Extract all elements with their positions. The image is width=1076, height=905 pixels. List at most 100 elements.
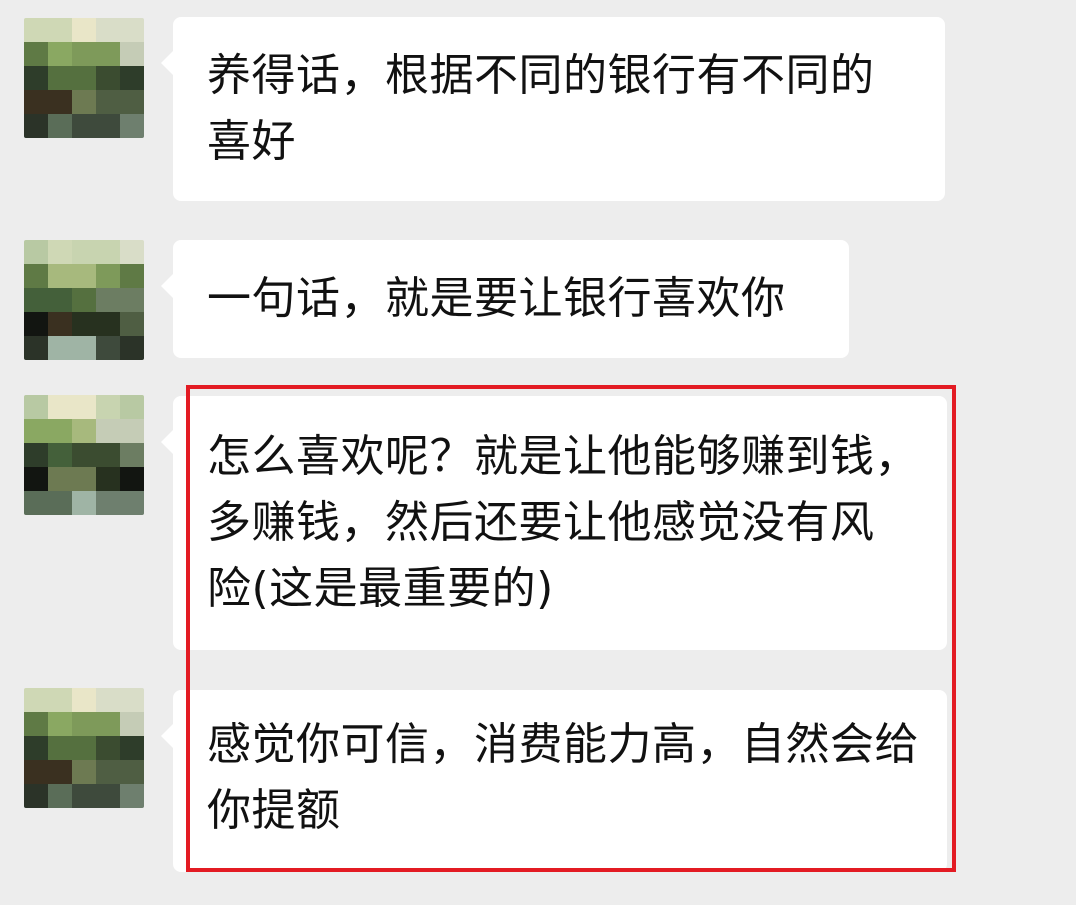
avatar-mosaic-pixel — [120, 288, 144, 312]
avatar-mosaic-pixel — [96, 395, 120, 419]
avatar-mosaic-pixel — [24, 688, 48, 712]
avatar-mosaic-pixel — [48, 443, 72, 467]
message-text: 一句话，就是要让银行喜欢你 — [207, 273, 786, 324]
avatar-mosaic-pixel — [24, 66, 48, 90]
avatar-mosaic-pixel — [48, 736, 72, 760]
avatar-mosaic-pixel — [48, 240, 72, 264]
avatar-mosaic-pixel — [120, 42, 144, 66]
avatar-mosaic-pixel — [24, 18, 48, 42]
avatar-mosaic-pixel — [24, 90, 48, 114]
avatar-mosaic-pixel — [24, 491, 48, 515]
avatar-mosaic-pixel — [48, 784, 72, 808]
avatar-mosaic-pixel — [96, 66, 120, 90]
avatar-mosaic-pixel — [24, 240, 48, 264]
avatar-mosaic-pixel — [24, 760, 48, 784]
avatar-mosaic-pixel — [72, 395, 96, 419]
avatar-mosaic-pixel — [96, 712, 120, 736]
avatar-mosaic-pixel — [24, 42, 48, 66]
avatar-mosaic-pixel — [24, 467, 48, 491]
avatar-mosaic-pixel — [96, 419, 120, 443]
avatar-mosaic-pixel — [120, 491, 144, 515]
avatar-mosaic-pixel — [72, 712, 96, 736]
avatar-mosaic-pixel — [72, 66, 96, 90]
avatar-mosaic-pixel — [96, 736, 120, 760]
avatar-mosaic-pixel — [120, 784, 144, 808]
avatar-mosaic-pixel — [96, 18, 120, 42]
avatar-mosaic-pixel — [120, 264, 144, 288]
avatar-mosaic-pixel — [120, 736, 144, 760]
avatar-mosaic-pixel — [72, 18, 96, 42]
avatar[interactable] — [24, 18, 144, 138]
avatar-mosaic-pixel — [96, 264, 120, 288]
avatar-mosaic-pixel — [24, 114, 48, 138]
avatar-mosaic-pixel — [120, 467, 144, 491]
avatar-mosaic-pixel — [120, 443, 144, 467]
avatar-mosaic-pixel — [72, 336, 96, 360]
avatar-mosaic-pixel — [72, 760, 96, 784]
avatar-mosaic-pixel — [120, 90, 144, 114]
avatar-mosaic-pixel — [120, 114, 144, 138]
avatar-mosaic-pixel — [96, 90, 120, 114]
avatar-mosaic-pixel — [48, 419, 72, 443]
avatar[interactable] — [24, 688, 144, 808]
message-bubble[interactable]: 怎么喜欢呢？就是让他能够赚到钱， 多赚钱，然后还要让他感觉没有风 险(这是最重要… — [161, 396, 947, 650]
avatar-mosaic-pixel — [24, 336, 48, 360]
avatar-mosaic-pixel — [72, 264, 96, 288]
avatar-mosaic-pixel — [96, 288, 120, 312]
avatar-mosaic-pixel — [120, 312, 144, 336]
avatar-mosaic-pixel — [72, 288, 96, 312]
avatar-mosaic-pixel — [24, 784, 48, 808]
avatar-mosaic-pixel — [72, 443, 96, 467]
avatar-mosaic-pixel — [120, 66, 144, 90]
avatar-mosaic-pixel — [96, 114, 120, 138]
avatar-mosaic-pixel — [72, 736, 96, 760]
avatar-mosaic-pixel — [96, 312, 120, 336]
avatar-mosaic-pixel — [24, 288, 48, 312]
avatar-mosaic-pixel — [48, 66, 72, 90]
message-bubble[interactable]: 一句话，就是要让银行喜欢你 — [161, 240, 849, 358]
avatar-mosaic-pixel — [48, 760, 72, 784]
avatar-mosaic-pixel — [96, 688, 120, 712]
avatar-mosaic-pixel — [72, 784, 96, 808]
avatar-mosaic-pixel — [120, 336, 144, 360]
avatar-mosaic-pixel — [48, 114, 72, 138]
message-text: 养得话，根据不同的银行有不同的 — [207, 50, 875, 101]
avatar-mosaic-pixel — [24, 736, 48, 760]
avatar-mosaic-pixel — [96, 467, 120, 491]
avatar-mosaic-pixel — [120, 395, 144, 419]
message-bubble[interactable]: 感觉你可信，消费能力高，自然会给 你提额 — [161, 690, 947, 872]
avatar-mosaic-pixel — [48, 467, 72, 491]
avatar[interactable] — [24, 395, 144, 515]
message-text: 怎么喜欢呢？就是让他能够赚到钱， — [207, 431, 919, 482]
message-text: 喜好 — [207, 116, 296, 167]
avatar-mosaic-pixel — [48, 312, 72, 336]
message-bubble[interactable]: 养得话，根据不同的银行有不同的 喜好 — [161, 17, 945, 201]
avatar-mosaic-pixel — [48, 336, 72, 360]
avatar-mosaic-pixel — [24, 712, 48, 736]
avatar-mosaic-pixel — [48, 264, 72, 288]
message-text: 多赚钱，然后还要让他感觉没有风 — [207, 497, 875, 548]
avatar-mosaic-pixel — [96, 336, 120, 360]
message-text: 你提额 — [207, 785, 341, 836]
message-text: 险(这是最重要的) — [207, 563, 554, 614]
avatar-mosaic-pixel — [72, 467, 96, 491]
avatar-mosaic-pixel — [96, 240, 120, 264]
avatar-mosaic-pixel — [120, 712, 144, 736]
avatar-mosaic-pixel — [24, 443, 48, 467]
avatar-mosaic-pixel — [120, 419, 144, 443]
avatar-mosaic-pixel — [120, 240, 144, 264]
avatar-mosaic-pixel — [24, 264, 48, 288]
avatar-mosaic-pixel — [48, 712, 72, 736]
avatar-mosaic-pixel — [24, 312, 48, 336]
avatar-mosaic-pixel — [72, 312, 96, 336]
avatar-mosaic-pixel — [72, 491, 96, 515]
avatar-mosaic-pixel — [72, 419, 96, 443]
avatar-mosaic-pixel — [72, 42, 96, 66]
avatar[interactable] — [24, 240, 144, 360]
avatar-mosaic-pixel — [48, 395, 72, 419]
avatar-mosaic-pixel — [120, 760, 144, 784]
avatar-mosaic-pixel — [96, 760, 120, 784]
avatar-mosaic-pixel — [120, 18, 144, 42]
avatar-mosaic-pixel — [24, 419, 48, 443]
avatar-mosaic-pixel — [24, 395, 48, 419]
